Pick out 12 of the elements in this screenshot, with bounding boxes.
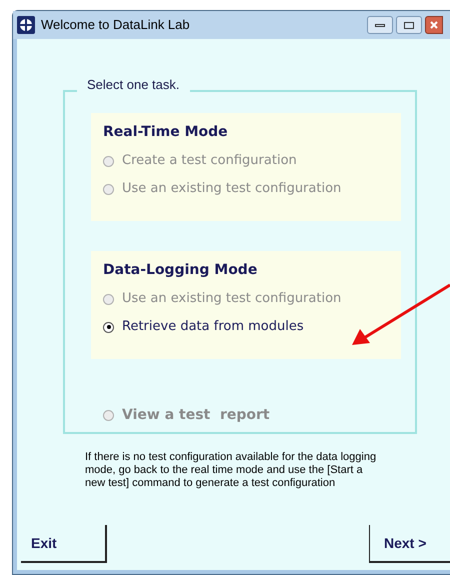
app-icon	[17, 16, 35, 34]
close-icon	[429, 20, 439, 30]
maximize-button[interactable]	[396, 16, 422, 34]
note-text: If there is no test configuration available for the data logging mode, go back to the real time mode and use the [Start a new test] command to generate a test configuration	[85, 451, 377, 490]
next-button[interactable]: Next >	[369, 525, 450, 563]
close-button[interactable]	[425, 16, 443, 34]
window-title: Welcome to DataLink Lab	[41, 16, 190, 34]
radio-option[interactable]: Retrieve data from modules	[103, 313, 401, 341]
minimize-button[interactable]	[367, 16, 393, 34]
mode-heading: Data-Logging Mode	[103, 261, 258, 280]
exit-button[interactable]: Exit	[21, 525, 107, 563]
mode-heading: Real-Time Mode	[103, 123, 229, 142]
